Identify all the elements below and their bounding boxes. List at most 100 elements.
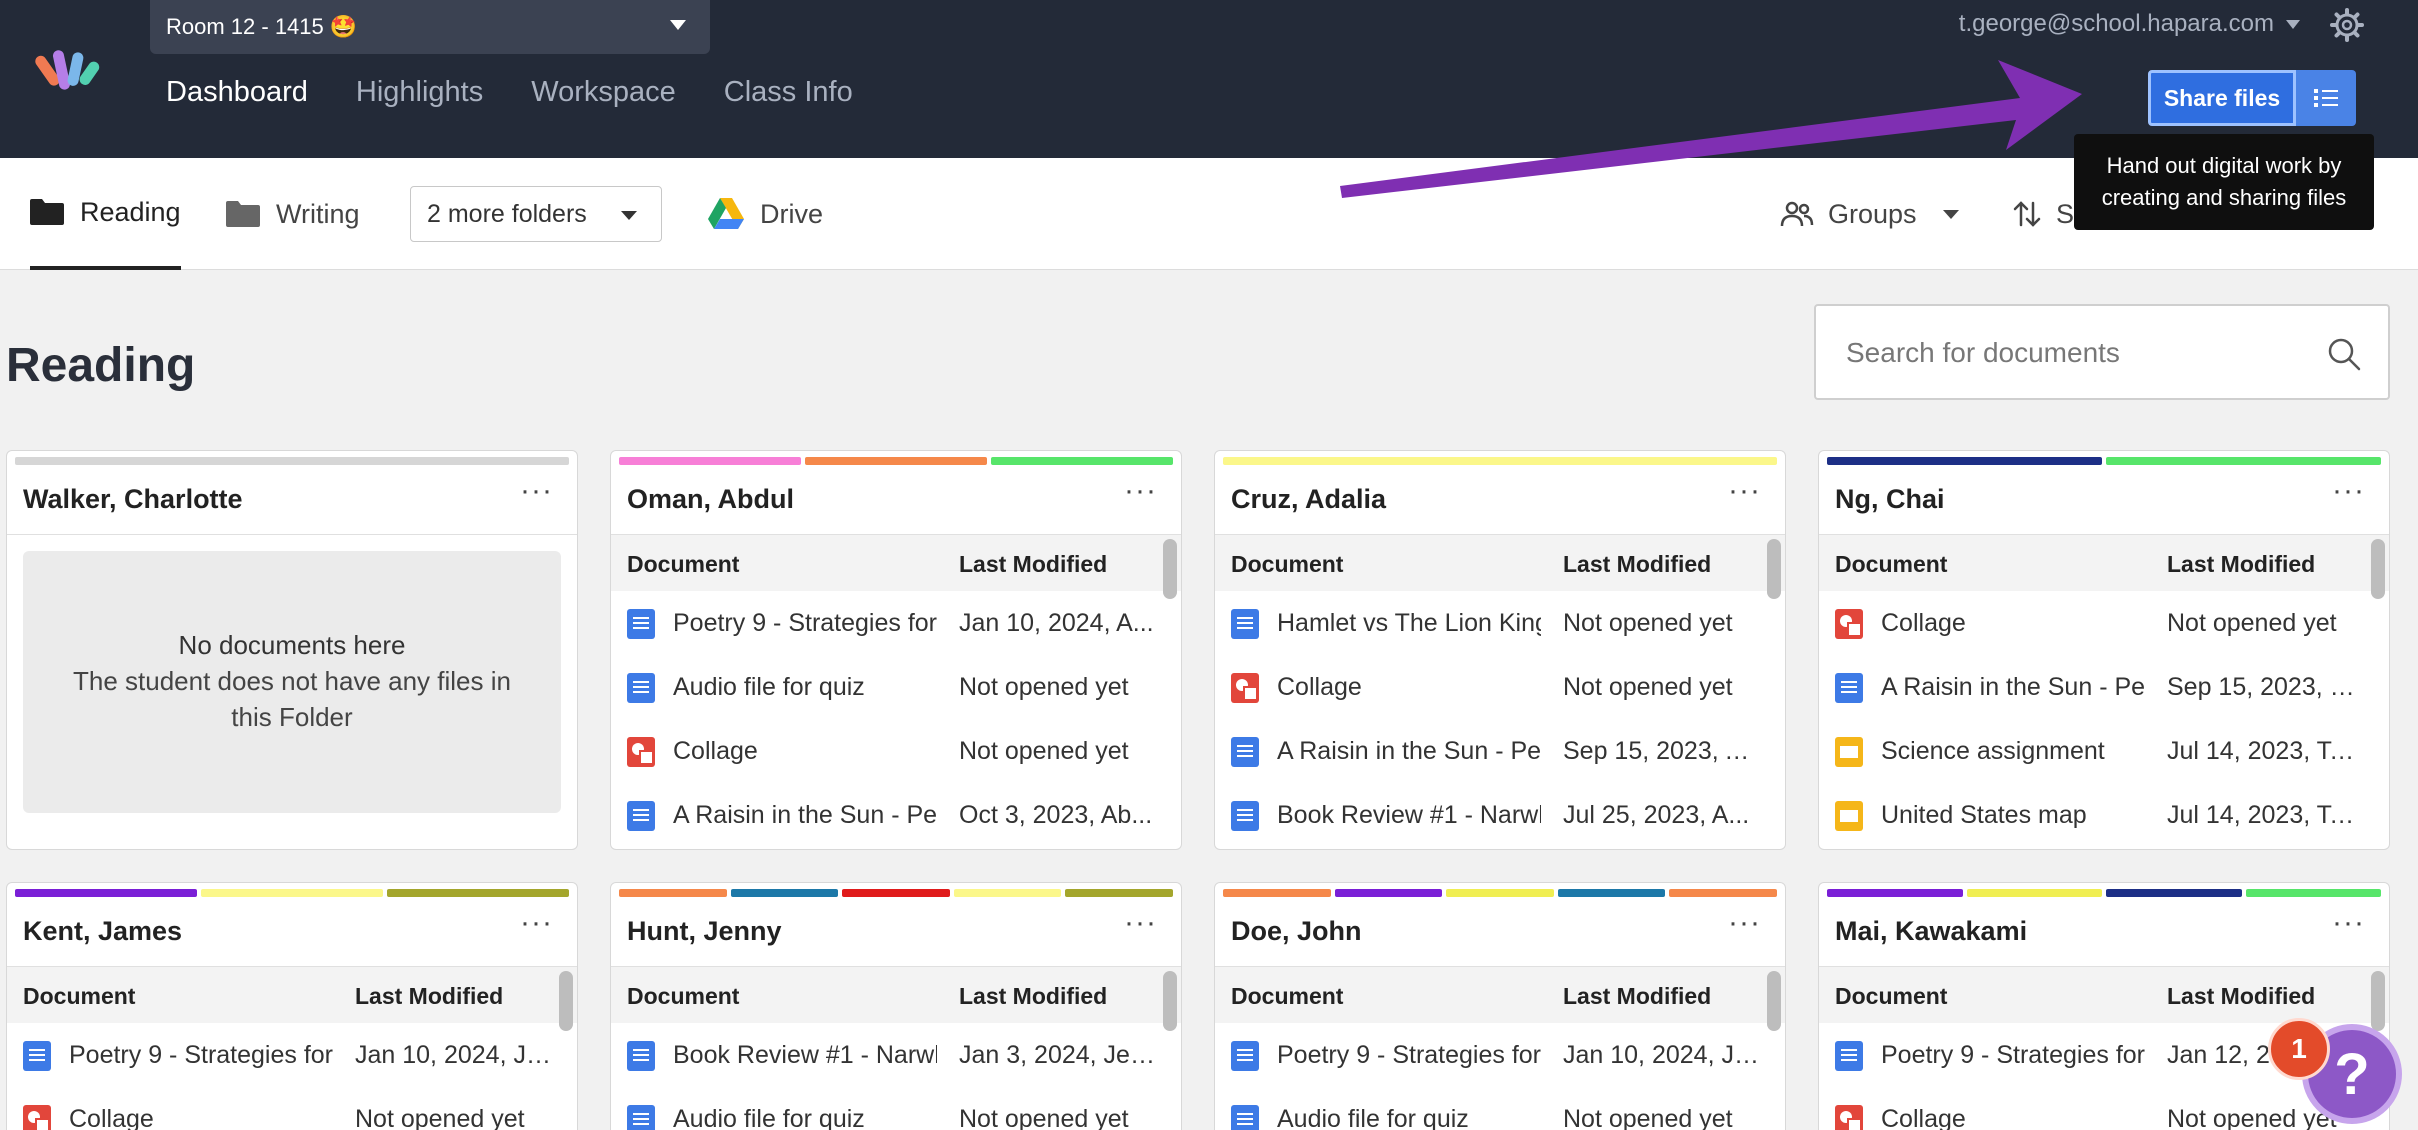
document-name[interactable]: Hamlet vs The Lion King: [1277, 609, 1541, 638]
document-name[interactable]: Audio file for quiz: [673, 1105, 937, 1130]
column-last-modified[interactable]: Last Modified: [2167, 551, 2315, 578]
student-name[interactable]: Hunt, Jenny: [611, 897, 1181, 967]
student-name[interactable]: Kent, James: [7, 897, 577, 967]
document-row[interactable]: Book Review #1 - Narwh Jan 3, 2024, Jen..…: [611, 1023, 1181, 1087]
scrollbar-thumb[interactable]: [1767, 971, 1781, 1031]
document-row[interactable]: Audio file for quiz Not opened yet: [1215, 1087, 1785, 1130]
document-row[interactable]: Poetry 9 - Strategies for Jan 10, 2024, J…: [7, 1023, 577, 1087]
document-row[interactable]: Audio file for quiz Not opened yet: [611, 655, 1181, 719]
more-folders-dropdown[interactable]: 2 more folders: [410, 186, 662, 242]
nav-dashboard[interactable]: Dashboard: [166, 76, 308, 109]
document-name[interactable]: Collage: [1881, 609, 2145, 638]
document-name[interactable]: Collage: [673, 737, 937, 766]
document-name[interactable]: Poetry 9 - Strategies for: [673, 609, 937, 638]
document-name[interactable]: Audio file for quiz: [673, 673, 937, 702]
document-row[interactable]: Science assignment Jul 14, 2023, To...: [1819, 719, 2389, 783]
document-row[interactable]: Book Review #1 - Narwh Jul 25, 2023, A...: [1215, 783, 1785, 847]
column-last-modified[interactable]: Last Modified: [1563, 983, 1711, 1010]
document-name[interactable]: Collage: [1277, 673, 1541, 702]
nav-highlights[interactable]: Highlights: [356, 76, 483, 109]
document-row[interactable]: United States map Jul 14, 2023, To...: [1819, 783, 2389, 847]
document-row[interactable]: Audio file for quiz Not opened yet: [611, 1087, 1181, 1130]
scrollbar-thumb[interactable]: [559, 971, 573, 1031]
document-name[interactable]: Collage: [69, 1105, 333, 1130]
more-options-icon[interactable]: ···: [520, 476, 553, 506]
hapara-logo-icon[interactable]: [20, 50, 110, 110]
scrollbar-thumb[interactable]: [1163, 971, 1177, 1031]
search-input[interactable]: [1846, 330, 2316, 376]
more-options-icon[interactable]: ···: [1124, 908, 1157, 938]
document-row[interactable]: Poetry 9 - Strategies for Jan 10, 2024, A…: [611, 591, 1181, 655]
column-last-modified[interactable]: Last Modified: [355, 983, 503, 1010]
document-row[interactable]: Hamlet vs The Lion King Not opened yet: [1215, 591, 1785, 655]
column-document[interactable]: Document: [627, 983, 739, 1010]
column-document[interactable]: Document: [1835, 551, 1947, 578]
more-options-icon[interactable]: ···: [520, 908, 553, 938]
tab-drive[interactable]: Drive: [708, 158, 823, 270]
room-selector[interactable]: Room 12 - 1415 🤩: [150, 0, 710, 54]
document-row[interactable]: A Raisin in the Sun - Pers Sep 15, 2023, …: [1215, 719, 1785, 783]
document-name[interactable]: A Raisin in the Sun - Pers: [673, 801, 937, 830]
group-color-segment: [1223, 889, 1331, 897]
document-name[interactable]: Book Review #1 - Narwh: [1277, 801, 1541, 830]
student-name[interactable]: Oman, Abdul: [611, 465, 1181, 535]
more-options-icon[interactable]: ···: [1124, 476, 1157, 506]
google-doc-icon: [627, 609, 655, 639]
document-row[interactable]: Collage Not opened yet: [611, 719, 1181, 783]
more-options-icon[interactable]: ···: [2332, 908, 2365, 938]
column-last-modified[interactable]: Last Modified: [959, 983, 1107, 1010]
column-document[interactable]: Document: [1231, 983, 1343, 1010]
scrollbar-thumb[interactable]: [1163, 539, 1177, 599]
document-row[interactable]: Poetry 9 - Strategies for Jan 10, 2024, J…: [1215, 1023, 1785, 1087]
document-row[interactable]: Collage Not opened yet: [1819, 591, 2389, 655]
scrollbar-thumb[interactable]: [1767, 539, 1781, 599]
search-icon[interactable]: [2326, 336, 2362, 372]
column-document[interactable]: Document: [23, 983, 135, 1010]
tab-reading[interactable]: Reading: [30, 158, 181, 270]
student-name[interactable]: Walker, Charlotte: [7, 465, 577, 535]
student-name[interactable]: Mai, Kawakami: [1819, 897, 2389, 967]
nav-class-info[interactable]: Class Info: [724, 76, 853, 109]
share-files-button[interactable]: Share files: [2148, 70, 2296, 126]
nav-workspace[interactable]: Workspace: [531, 76, 676, 109]
document-name[interactable]: Poetry 9 - Strategies for: [1277, 1041, 1541, 1070]
more-options-icon[interactable]: ···: [1728, 476, 1761, 506]
document-name[interactable]: Poetry 9 - Strategies for: [69, 1041, 333, 1070]
column-document[interactable]: Document: [1231, 551, 1343, 578]
account-menu[interactable]: t.george@school.hapara.com: [1959, 10, 2300, 38]
document-name[interactable]: Collage: [1881, 1105, 2145, 1130]
share-options-button[interactable]: [2296, 70, 2356, 126]
document-row[interactable]: Collage Not opened yet: [1215, 655, 1785, 719]
column-last-modified[interactable]: Last Modified: [2167, 983, 2315, 1010]
document-name[interactable]: Science assignment: [1881, 737, 2145, 766]
column-document[interactable]: Document: [1835, 983, 1947, 1010]
document-name[interactable]: A Raisin in the Sun - Pers: [1881, 673, 2145, 702]
google-doc-icon: [1231, 1041, 1259, 1071]
document-name[interactable]: Poetry 9 - Strategies for: [1881, 1041, 2145, 1070]
empty-message-line: this Folder: [231, 702, 353, 732]
student-name[interactable]: Doe, John: [1215, 897, 1785, 967]
document-row[interactable]: Collage Not opened yet: [7, 1087, 577, 1130]
group-color-segment: [619, 457, 801, 465]
column-last-modified[interactable]: Last Modified: [959, 551, 1107, 578]
column-document[interactable]: Document: [627, 551, 739, 578]
scrollbar-thumb[interactable]: [2371, 539, 2385, 599]
group-color-segment: [1334, 889, 1443, 897]
more-options-icon[interactable]: ···: [1728, 908, 1761, 938]
more-folders-label: 2 more folders: [427, 199, 587, 228]
tab-writing[interactable]: Writing: [226, 158, 360, 270]
document-name[interactable]: Audio file for quiz: [1277, 1105, 1541, 1130]
column-last-modified[interactable]: Last Modified: [1563, 551, 1711, 578]
gear-icon[interactable]: [2330, 8, 2364, 42]
more-options-icon[interactable]: ···: [2332, 476, 2365, 506]
student-name[interactable]: Cruz, Adalia: [1215, 465, 1785, 535]
student-name[interactable]: Ng, Chai: [1819, 465, 2389, 535]
document-row[interactable]: A Raisin in the Sun - Pers Oct 3, 2023, A…: [611, 783, 1181, 847]
group-color-segment: [805, 457, 987, 465]
group-color-segment: [2106, 457, 2381, 465]
document-name[interactable]: A Raisin in the Sun - Pers: [1277, 737, 1541, 766]
document-name[interactable]: Book Review #1 - Narwh: [673, 1041, 937, 1070]
document-row[interactable]: A Raisin in the Sun - Pers Sep 15, 2023, …: [1819, 655, 2389, 719]
document-last-modified: Jul 14, 2023, To...: [2167, 801, 2363, 829]
document-name[interactable]: United States map: [1881, 801, 2145, 830]
